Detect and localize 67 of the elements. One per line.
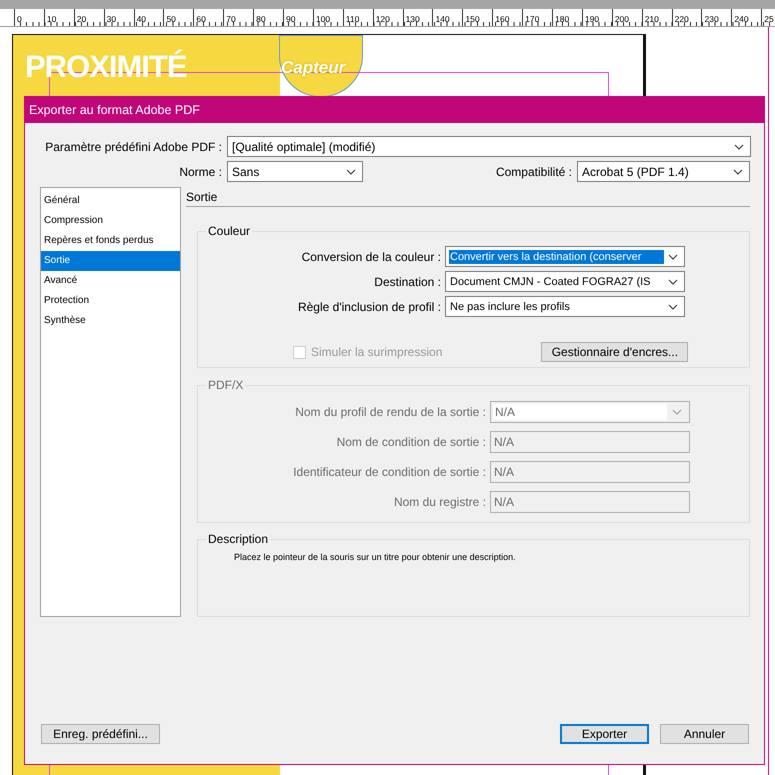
field-label: Destination : <box>373 274 442 288</box>
ruler-number: 0 <box>16 14 22 25</box>
ruler-number: 170 <box>524 14 540 25</box>
ruler-number: 25 <box>763 14 774 25</box>
chevron-icon <box>668 304 678 310</box>
category-item[interactable]: Compression <box>41 211 180 231</box>
ruler-number: 30 <box>106 14 116 25</box>
field-label: Conversion de la couleur : <box>300 250 442 264</box>
ruler-number: 20 <box>76 14 86 25</box>
field-label: Nom de condition de sortie : <box>336 435 487 450</box>
ruler-number: 40 <box>136 14 146 25</box>
window-title: Exporter au format Adobe PDF <box>29 103 200 117</box>
ruler-number: 130 <box>404 14 420 25</box>
ruler-number: 200 <box>614 14 629 25</box>
category-item[interactable]: Synthèse <box>41 311 180 331</box>
chevron-icon <box>668 254 678 260</box>
field-label: Identificateur de condition de sortie : <box>292 465 487 480</box>
standard-dropdown[interactable]: Sans <box>227 161 363 182</box>
ruler-number: 150 <box>464 14 480 25</box>
ruler-number: 220 <box>674 14 689 25</box>
chevron-icon <box>734 144 744 150</box>
description-text: Placez le pointeur de la souris sur un titre pour obtenir une description. <box>234 552 517 562</box>
group-title: Couleur <box>206 224 252 238</box>
field-label: Paramètre prédéfini Adobe PDF : <box>44 140 223 154</box>
group-title: PDF/X <box>206 378 246 392</box>
category-item[interactable]: Sortie <box>41 251 180 271</box>
field-label: Compatibilité : <box>496 164 573 178</box>
section-title: Sortie <box>186 187 750 207</box>
ruler-number: 120 <box>374 14 390 25</box>
chevron-icon <box>346 168 356 174</box>
save-preset-button[interactable]: Enreg. prédéfini... <box>41 724 160 744</box>
field-label: Nom du registre : <box>392 495 487 510</box>
chevron-icon <box>668 278 678 284</box>
ruler-number: 180 <box>554 14 570 25</box>
field-label: Règle d'inclusion de profil : <box>296 300 442 314</box>
compatibility-dropdown[interactable]: Acrobat 5 (PDF 1.4) <box>577 161 750 182</box>
field-label: Norme : <box>178 164 223 178</box>
ruler-number: 230 <box>703 14 719 25</box>
ruler-number: 50 <box>165 14 176 25</box>
ruler-number: 100 <box>314 14 330 25</box>
ruler-number: 190 <box>584 14 600 25</box>
dialog-button[interactable]: Annuler <box>660 724 749 744</box>
category-item[interactable]: Avancé <box>41 271 180 291</box>
field-label: Nom du profil de rendu de la sortie : <box>294 405 487 420</box>
preset-dropdown[interactable]: [Qualité optimale] (modifié) <box>227 136 751 157</box>
color-dropdown[interactable]: Ne pas inclure les profils <box>445 296 685 317</box>
ruler-number: 140 <box>434 14 450 25</box>
category-item[interactable]: Général <box>41 191 180 211</box>
ruler-number: 60 <box>195 14 206 25</box>
ruler-number: 10 <box>46 14 56 25</box>
chevron-icon <box>733 168 743 174</box>
ruler-number: 90 <box>285 14 296 25</box>
ruler-number: 240 <box>733 14 749 25</box>
category-item[interactable]: Repères et fonds perdus <box>41 231 180 251</box>
chevron-icon <box>672 409 682 416</box>
group-title: Description <box>206 532 270 546</box>
ink-manager-button[interactable]: Gestionnaire d'encres... <box>541 342 688 362</box>
dialog-button[interactable]: Exporter <box>560 724 649 744</box>
color-dropdown[interactable]: Document CMJN - Coated FOGRA27 (IS <box>445 271 685 292</box>
ruler-number: 160 <box>494 14 510 25</box>
ruler-number: 110 <box>344 14 360 25</box>
ruler-number: 70 <box>225 14 236 25</box>
ruler-number: 210 <box>644 14 659 25</box>
color-dropdown[interactable]: Convertir vers la destination (conserver <box>445 246 685 267</box>
category-item[interactable]: Protection <box>41 291 180 311</box>
ruler-number: 80 <box>255 14 266 25</box>
checkbox-label: Simuler la surimpression <box>311 345 442 359</box>
